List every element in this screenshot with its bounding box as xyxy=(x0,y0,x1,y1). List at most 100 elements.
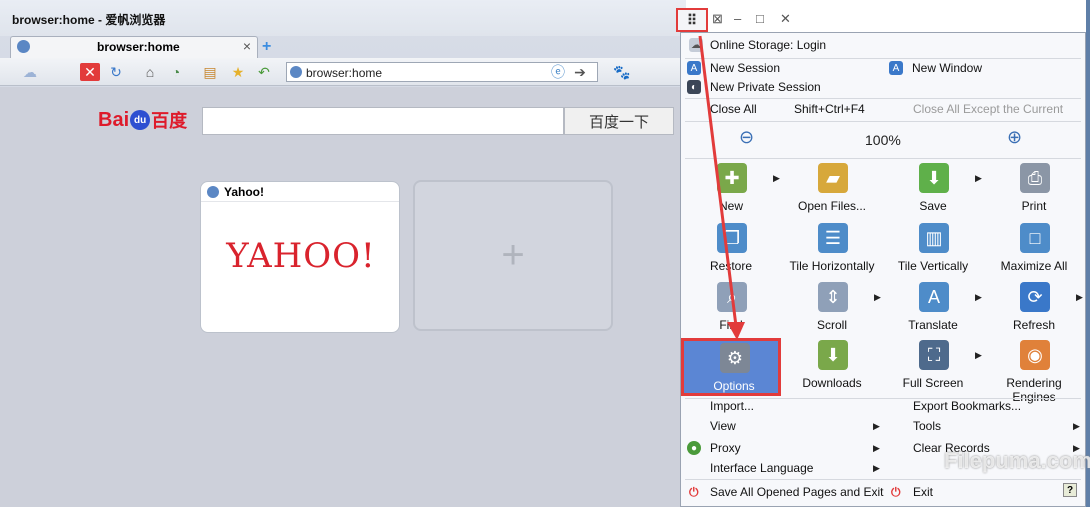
history-button[interactable]: ◔ xyxy=(166,63,186,81)
private-session-icon: ◐ xyxy=(687,80,701,94)
menu-import[interactable]: Import... xyxy=(710,399,754,413)
zoom-out-icon[interactable]: ⊖ xyxy=(739,127,754,148)
close-all-shortcut: Shift+Ctrl+F4 xyxy=(794,102,865,116)
search-engine-button[interactable]: 🐾 xyxy=(612,62,632,82)
menu-tools[interactable]: Tools xyxy=(913,419,941,433)
add-speed-dial-button[interactable]: + xyxy=(413,180,613,331)
menu-grid-label: Tile Horizontally xyxy=(789,259,875,273)
window-title: browser:home - 爱帆浏览器 xyxy=(12,13,166,27)
full-screen-icon: ⛶ xyxy=(919,340,949,370)
main-menu: ☁ Online Storage: Login A New Session A … xyxy=(680,32,1086,507)
menu-maximize-all[interactable]: □ Maximize All xyxy=(984,221,1084,279)
close-window-button[interactable]: ✕ xyxy=(780,11,791,27)
menu-new[interactable]: ✚ New ▶ xyxy=(681,161,781,219)
start-page: Bai du 百度 百度一下 Yahoo! YAHOO! + xyxy=(0,87,686,507)
submenu-arrow-icon: ▶ xyxy=(975,173,982,183)
menu-exit[interactable]: Exit xyxy=(913,485,933,499)
menu-proxy[interactable]: Proxy xyxy=(710,441,741,455)
title-bar: browser:home - 爱帆浏览器 xyxy=(0,0,686,36)
find-icon: ⌕ xyxy=(717,282,747,312)
menu-full-screen[interactable]: ⛶ Full Screen ▶ xyxy=(883,338,983,396)
menu-interface-language[interactable]: Interface Language xyxy=(710,461,813,475)
menu-open-files[interactable]: ▰ Open Files... xyxy=(782,161,882,219)
main-menu-button[interactable]: ⠿ xyxy=(676,8,708,32)
menu-save-all-exit[interactable]: Save All Opened Pages and Exit xyxy=(710,485,883,499)
menu-refresh[interactable]: ⟳ Refresh ▶ xyxy=(984,280,1084,338)
menu-grid-label: Refresh xyxy=(1012,318,1056,332)
power-icon: ⏻ xyxy=(891,485,901,499)
zoom-in-icon[interactable]: ⊕ xyxy=(1007,127,1022,148)
new-tab-button[interactable]: + xyxy=(262,38,271,56)
menu-find[interactable]: ⌕ Find xyxy=(681,280,781,338)
search-button[interactable]: 百度一下 xyxy=(564,107,674,135)
tab-bar: browser:home × + xyxy=(0,36,686,58)
cloud-icon[interactable]: ☁ xyxy=(20,63,40,81)
menu-grid-label: Tile Vertically xyxy=(897,259,969,273)
speed-dial-title: Yahoo! xyxy=(224,184,265,199)
menu-online-storage[interactable]: Online Storage: Login xyxy=(710,38,826,52)
plus-icon: + xyxy=(501,233,525,277)
compat-mode-icon[interactable]: ⓔ xyxy=(548,62,568,82)
refresh-icon: ⟳ xyxy=(1020,282,1050,312)
menu-new-session[interactable]: New Session xyxy=(710,61,780,75)
menu-save[interactable]: ⬇ Save ▶ xyxy=(883,161,983,219)
menu-options[interactable]: ⚙ Options xyxy=(681,338,781,396)
tab-browser-home[interactable]: browser:home × xyxy=(10,36,258,58)
address-text: browser:home xyxy=(306,66,383,80)
proxy-globe-icon: ● xyxy=(687,441,701,455)
menu-grid-label: Restore xyxy=(709,259,753,273)
menu-restore[interactable]: ❐ Restore xyxy=(681,221,781,279)
globe-icon xyxy=(207,185,219,198)
submenu-arrow-icon: ▶ xyxy=(1076,292,1083,302)
menu-downloads[interactable]: ⬇ Downloads xyxy=(782,338,882,396)
minimize-button[interactable]: – xyxy=(734,11,741,26)
rendering-engines-icon: ◉ xyxy=(1020,340,1050,370)
reload-button[interactable]: ↻ xyxy=(106,63,126,81)
pin-icon[interactable]: ⊠ xyxy=(712,11,723,27)
window-controls: ⠿ ⊠ – □ ✕ xyxy=(676,8,806,32)
menu-scroll[interactable]: ⇕ Scroll ▶ xyxy=(782,280,882,338)
tab-label: browser:home xyxy=(97,40,180,54)
submenu-arrow-icon: ▶ xyxy=(975,350,982,360)
menu-new-private-session[interactable]: New Private Session xyxy=(710,80,821,94)
menu-grid-label: Options xyxy=(713,379,755,393)
yahoo-logo: YAHOO! xyxy=(226,236,376,276)
speed-dial-yahoo[interactable]: Yahoo! YAHOO! xyxy=(200,181,400,333)
watermark: Filepuma.com xyxy=(944,448,1090,473)
menu-grid-label: Translate xyxy=(908,318,958,332)
menu-tile-horizontally[interactable]: ☰ Tile Horizontally xyxy=(782,221,882,279)
menu-translate[interactable]: A Translate ▶ xyxy=(883,280,983,338)
submenu-arrow-icon: ▶ xyxy=(1073,421,1080,431)
menu-grid-label: Find xyxy=(719,318,743,332)
submenu-arrow-icon: ▶ xyxy=(873,443,880,453)
menu-new-window[interactable]: New Window xyxy=(912,61,982,75)
menu-view[interactable]: View xyxy=(710,419,736,433)
search-input[interactable] xyxy=(202,107,564,135)
menu-grid-label: Full Screen xyxy=(902,376,964,390)
maximize-icon: □ xyxy=(1020,223,1050,253)
close-tab-icon[interactable]: × xyxy=(243,38,251,54)
submenu-arrow-icon: ▶ xyxy=(773,173,780,183)
home-button[interactable]: ⌂ xyxy=(140,63,160,81)
favorite-star-button[interactable]: ★ xyxy=(228,63,248,81)
baidu-logo: Bai du 百度 xyxy=(98,108,188,132)
bookmark-manager-button[interactable]: ▤ xyxy=(200,63,220,81)
open-folder-icon: ▰ xyxy=(818,163,848,193)
go-button[interactable]: ➔ xyxy=(570,62,590,82)
stop-button[interactable]: ✕ xyxy=(80,63,100,81)
menu-grid-label: Maximize All xyxy=(1000,259,1068,273)
menu-close-all[interactable]: Close All xyxy=(710,102,757,116)
undo-button[interactable]: ↶ xyxy=(254,63,274,81)
menu-tile-vertically[interactable]: ▥ Tile Vertically xyxy=(883,221,983,279)
menu-rendering-engines[interactable]: ◉ Rendering Engines xyxy=(984,338,1084,404)
menu-print[interactable]: ⎙ Print xyxy=(984,161,1084,219)
menu-close-all-except[interactable]: Close All Except the Current xyxy=(913,102,1063,116)
menu-export-bookmarks[interactable]: Export Bookmarks... xyxy=(913,399,1021,413)
new-page-icon: ✚ xyxy=(717,163,747,193)
menu-grid-label: Open Files... xyxy=(797,199,867,213)
help-button[interactable]: ? xyxy=(1063,483,1077,497)
save-icon: ⬇ xyxy=(919,163,949,193)
menu-grid-label: Print xyxy=(1021,199,1047,213)
cloud-storage-icon: ☁ xyxy=(689,38,703,52)
maximize-button[interactable]: □ xyxy=(756,11,764,26)
